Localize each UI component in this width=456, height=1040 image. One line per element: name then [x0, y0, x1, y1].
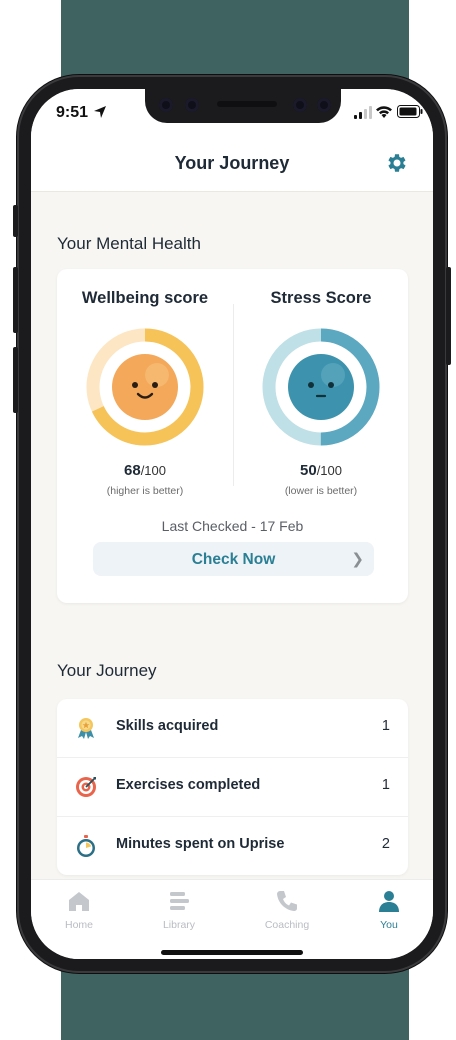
- wellbeing-gauge: [86, 328, 204, 446]
- tab-label: Library: [162, 919, 196, 931]
- tab-library[interactable]: Library: [139, 888, 219, 931]
- stress-gauge: [262, 328, 380, 446]
- chevron-right-icon: ❯: [351, 551, 364, 568]
- list-item-label: Minutes spent on Uprise: [116, 836, 285, 852]
- mute-switch: [13, 205, 18, 237]
- sensor-dot: [185, 98, 199, 112]
- mental-health-heading: Your Mental Health: [57, 234, 201, 253]
- person-icon: [379, 891, 399, 912]
- list-item-label: Skills acquired: [116, 718, 219, 734]
- happy-face-icon: [112, 354, 178, 420]
- home-icon: [69, 892, 89, 911]
- stress-score: 50/100: [233, 462, 409, 479]
- wellbeing-score: 68/100: [57, 462, 233, 479]
- bottom-tab-bar: Home Library Coaching You: [31, 879, 433, 959]
- tab-label: You: [380, 919, 398, 931]
- wellbeing-hint: (higher is better): [106, 485, 184, 497]
- notch: [145, 89, 341, 123]
- phone-frame: 9:51 Your Journey Your Mental Health Wel…: [13, 75, 451, 973]
- stress-hint: (lower is better): [284, 485, 358, 497]
- stopwatch-icon: [77, 835, 95, 857]
- check-now-label: Check Now: [191, 551, 276, 568]
- camera-dot: [317, 98, 331, 112]
- stress-denominator: /100: [316, 463, 342, 478]
- status-time: 9:51: [56, 104, 89, 121]
- camera-dot: [293, 98, 307, 112]
- home-indicator: [161, 950, 303, 955]
- list-item-count: 1: [381, 718, 390, 734]
- earpiece-speaker: [217, 101, 277, 107]
- list-item[interactable]: Skills acquired 1: [57, 699, 408, 757]
- wellbeing-denominator: /100: [140, 463, 166, 478]
- target-icon: [76, 777, 96, 797]
- check-now-button[interactable]: Check Now ❯: [93, 542, 374, 576]
- app-header: Your Journey: [31, 135, 433, 192]
- list-item[interactable]: Minutes spent on Uprise 2: [57, 816, 408, 875]
- neutral-face-icon: [288, 354, 354, 420]
- list-item-count: 2: [381, 836, 390, 852]
- tab-home[interactable]: Home: [39, 888, 119, 931]
- award-ribbon-icon: [78, 718, 94, 739]
- volume-up-button: [13, 267, 18, 333]
- list-item[interactable]: Exercises completed 1: [57, 757, 408, 816]
- phone-icon: [277, 891, 297, 911]
- column-divider: [233, 304, 234, 486]
- mental-health-card: Wellbeing score 68/100 (higher is better…: [57, 269, 408, 603]
- battery-icon: [397, 105, 423, 118]
- last-checked-text: Last Checked - 17 Feb: [161, 518, 304, 534]
- tab-coaching[interactable]: Coaching: [247, 888, 327, 931]
- stress-title: Stress Score: [270, 289, 372, 307]
- wellbeing-title: Wellbeing score: [81, 289, 209, 307]
- sensor-dot: [159, 98, 173, 112]
- tab-label: Coaching: [264, 919, 310, 931]
- app-screen: 9:51 Your Journey Your Mental Health Wel…: [31, 89, 433, 959]
- wellbeing-value: 68: [124, 462, 141, 479]
- page-title: Your Journey: [174, 153, 290, 173]
- gear-icon[interactable]: [384, 151, 408, 175]
- tab-label: Home: [64, 919, 93, 931]
- tab-you[interactable]: You: [349, 888, 429, 931]
- volume-down-button: [13, 347, 18, 413]
- power-button: [446, 267, 451, 365]
- wifi-icon: [376, 106, 392, 118]
- list-item-count: 1: [381, 777, 390, 793]
- cellular-signal-icon: [354, 106, 372, 119]
- journey-heading: Your Journey: [57, 661, 157, 680]
- list-item-label: Exercises completed: [116, 777, 261, 793]
- stress-value: 50: [300, 462, 317, 479]
- library-icon: [170, 892, 189, 910]
- location-arrow-icon: [94, 106, 106, 118]
- journey-list: Skills acquired 1 Exercises completed 1: [57, 699, 408, 875]
